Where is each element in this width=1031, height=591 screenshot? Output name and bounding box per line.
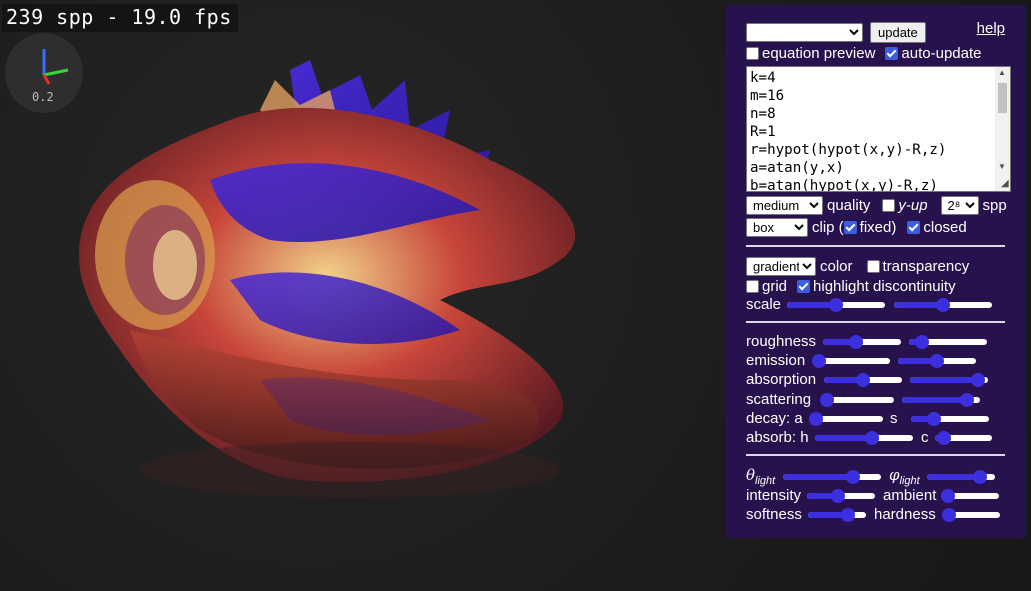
spp-select[interactable]: 2⁸ (940, 196, 979, 215)
equation-preview-label: equation preview (762, 45, 876, 62)
absorb-h-label: absorb: h (746, 429, 809, 446)
roughness-label: roughness (746, 333, 817, 350)
scroll-down-icon[interactable]: ▼ (998, 162, 1006, 171)
preset-select[interactable] (746, 23, 863, 42)
closed-checkbox[interactable] (907, 221, 921, 234)
scale-label: scale (746, 296, 782, 313)
slider-thumb[interactable] (941, 488, 955, 503)
slider-thumb[interactable] (865, 430, 880, 445)
slider-thumb[interactable] (936, 297, 950, 312)
emission-slider-1[interactable] (812, 353, 890, 369)
color-label: color (820, 258, 853, 275)
ambient-label: ambient (883, 487, 937, 504)
slider-thumb[interactable] (820, 392, 834, 407)
slider-thumb[interactable] (831, 488, 846, 503)
roughness-slider-2[interactable] (909, 334, 987, 350)
axes-gizmo[interactable]: 0.2 (5, 33, 83, 113)
highlight-discontinuity-label: highlight discontinuity (813, 278, 956, 295)
phi-light-label: φlight (889, 466, 920, 487)
intensity-label: intensity (746, 487, 802, 504)
equation-preview-checkbox[interactable] (746, 47, 759, 60)
equation-textarea[interactable]: k=4 m=16 n=8 R=1 r=hypot(hypot(x,y)-R,z)… (746, 66, 1011, 192)
absorption-slider-2[interactable] (910, 372, 988, 388)
update-button[interactable]: update (870, 22, 926, 43)
absorb-h-slider[interactable] (815, 430, 913, 446)
scroll-up-icon[interactable]: ▲ (998, 68, 1006, 77)
help-link[interactable]: help (977, 20, 1005, 37)
auto-update-label: auto-update (901, 45, 982, 62)
absorb-c-slider[interactable] (935, 430, 992, 446)
slider-thumb[interactable] (970, 372, 985, 387)
scattering-slider-1[interactable] (820, 392, 894, 408)
y-up-checkbox[interactable] (882, 199, 896, 212)
slider-thumb[interactable] (848, 334, 863, 349)
phi-light-slider[interactable] (927, 469, 995, 485)
theta-light-slider[interactable] (783, 469, 881, 485)
absorb-c-label: c (921, 429, 929, 446)
divider (746, 245, 1005, 247)
color-select[interactable]: gradient (746, 257, 816, 276)
ambient-slider[interactable] (941, 488, 999, 504)
divider (746, 321, 1005, 323)
clip-fixed-checkbox[interactable] (843, 221, 857, 234)
divider (746, 454, 1005, 456)
resize-handle-icon[interactable]: ◢ (1001, 178, 1009, 189)
quality-select[interactable]: medium (746, 196, 823, 215)
slider-thumb[interactable] (930, 353, 944, 368)
control-panel: update help equation preview auto-update… (726, 5, 1026, 538)
spp-label: spp (982, 197, 1007, 214)
clip-fixed-label: fixed) (859, 219, 897, 236)
auto-update-checkbox[interactable] (885, 47, 899, 60)
scrollbar-thumb[interactable] (998, 83, 1007, 113)
y-up-label: y-up (898, 197, 928, 214)
absorption-slider-1[interactable] (824, 372, 902, 388)
slider-thumb[interactable] (812, 353, 826, 368)
scattering-slider-2[interactable] (902, 392, 980, 408)
rendered-surface-image (79, 60, 576, 498)
slider-thumb[interactable] (915, 334, 930, 349)
transparency-label: transparency (882, 258, 970, 275)
decay-a-slider[interactable] (809, 411, 883, 427)
hardness-slider[interactable] (942, 507, 1000, 523)
theta-light-label: θlight (746, 466, 776, 487)
axes-scale-label: 0.2 (32, 90, 54, 104)
clip-label: clip ( (812, 219, 844, 236)
decay-s-label: s (890, 410, 898, 427)
emission-slider-2[interactable] (898, 353, 976, 369)
scale-slider-2[interactable] (894, 297, 992, 313)
clip-select[interactable]: box (746, 218, 808, 237)
transparency-checkbox[interactable] (866, 260, 880, 273)
scale-slider-1[interactable] (787, 297, 885, 313)
slider-thumb[interactable] (809, 411, 823, 426)
textarea-scrollbar[interactable]: ▲ ▼ ◢ (995, 67, 1010, 191)
slider-thumb[interactable] (942, 507, 956, 522)
absorption-label: absorption (746, 371, 817, 388)
slider-thumb[interactable] (846, 469, 860, 484)
slider-thumb[interactable] (972, 469, 987, 484)
emission-label: emission (746, 352, 806, 369)
decay-a-label: decay: a (746, 410, 803, 427)
intensity-slider[interactable] (807, 488, 875, 504)
closed-label: closed (923, 219, 967, 236)
grid-label: grid (762, 278, 788, 295)
quality-label: quality (827, 197, 871, 214)
slider-thumb[interactable] (959, 392, 974, 407)
softness-label: softness (746, 506, 802, 523)
decay-s-slider[interactable] (911, 411, 989, 427)
roughness-slider-1[interactable] (823, 334, 901, 350)
slider-thumb[interactable] (829, 297, 843, 312)
slider-thumb[interactable] (841, 507, 855, 522)
grid-checkbox[interactable] (746, 280, 759, 293)
slider-thumb[interactable] (937, 430, 952, 445)
slider-thumb[interactable] (927, 411, 941, 426)
highlight-discontinuity-checkbox[interactable] (797, 280, 811, 293)
hardness-label: hardness (874, 506, 936, 523)
scattering-label: scattering (746, 391, 812, 408)
softness-slider[interactable] (808, 507, 866, 523)
fps-counter: 239 spp - 19.0 fps (2, 4, 238, 32)
slider-thumb[interactable] (856, 372, 870, 387)
